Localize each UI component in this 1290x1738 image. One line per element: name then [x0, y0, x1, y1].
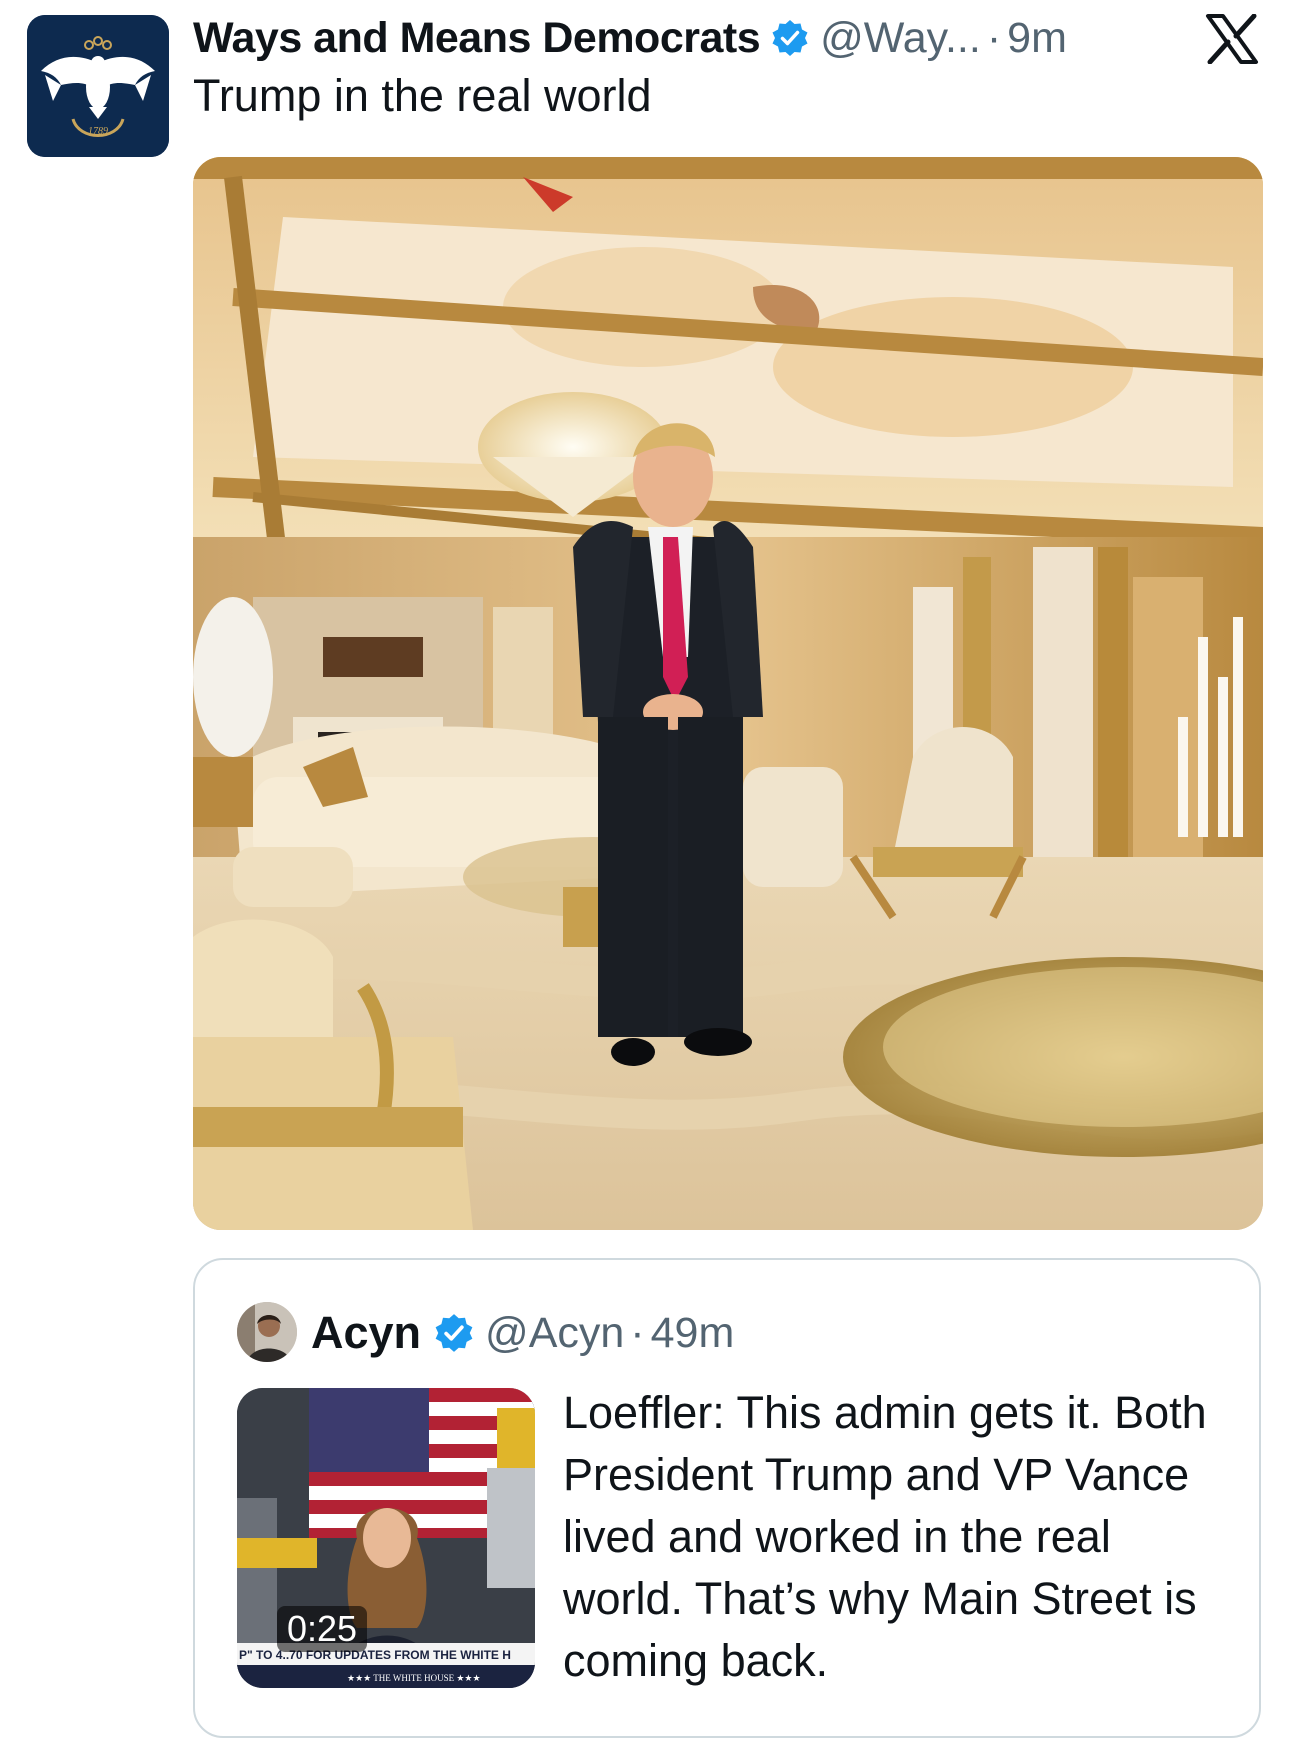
x-logo-icon[interactable]	[1205, 13, 1259, 65]
verified-badge-icon	[770, 18, 810, 58]
video-duration-badge: 0:25	[277, 1606, 368, 1652]
tweet-header: Ways and Means Democrats @Way... · 9m	[193, 8, 1273, 68]
quoted-timestamp[interactable]: 49m	[651, 1309, 735, 1358]
photo-icon	[193, 157, 1263, 1230]
timestamp[interactable]: 9m	[1007, 14, 1067, 63]
tweet-text: Trump in the real world	[193, 70, 652, 121]
eagle-seal-icon: 1789	[27, 15, 169, 157]
quoted-video-thumbnail[interactable]: P" TO 4..70 FOR UPDATES FROM THE WHITE H…	[237, 1388, 535, 1688]
tweet-photo[interactable]	[193, 157, 1263, 1230]
author-handle[interactable]: @Way...	[820, 14, 981, 63]
author-display-name[interactable]: Ways and Means Democrats	[193, 14, 761, 63]
separator-dot: ·	[630, 1308, 645, 1357]
quoted-author-display-name[interactable]: Acyn	[311, 1307, 421, 1359]
author-avatar[interactable]: 1789	[27, 15, 169, 157]
quoted-tweet-header: Acyn @Acyn · 49m	[311, 1298, 734, 1368]
verified-badge-icon	[433, 1312, 475, 1354]
quoted-tweet-text: Loeffler: This admin gets it. Both Presi…	[563, 1387, 1207, 1686]
quoted-author-handle[interactable]: @Acyn	[485, 1309, 624, 1358]
person-avatar-icon	[237, 1302, 297, 1362]
quoted-author-avatar[interactable]	[237, 1302, 297, 1362]
separator-dot: ·	[986, 13, 1002, 62]
video-sub-ticker-text: ★★★ THE WHITE HOUSE ★★★	[347, 1673, 481, 1683]
quoted-tweet-card[interactable]: Acyn @Acyn · 49m P" TO 4..70 FOR UPDATES…	[193, 1258, 1261, 1738]
avatar-year: 1789	[88, 126, 108, 137]
